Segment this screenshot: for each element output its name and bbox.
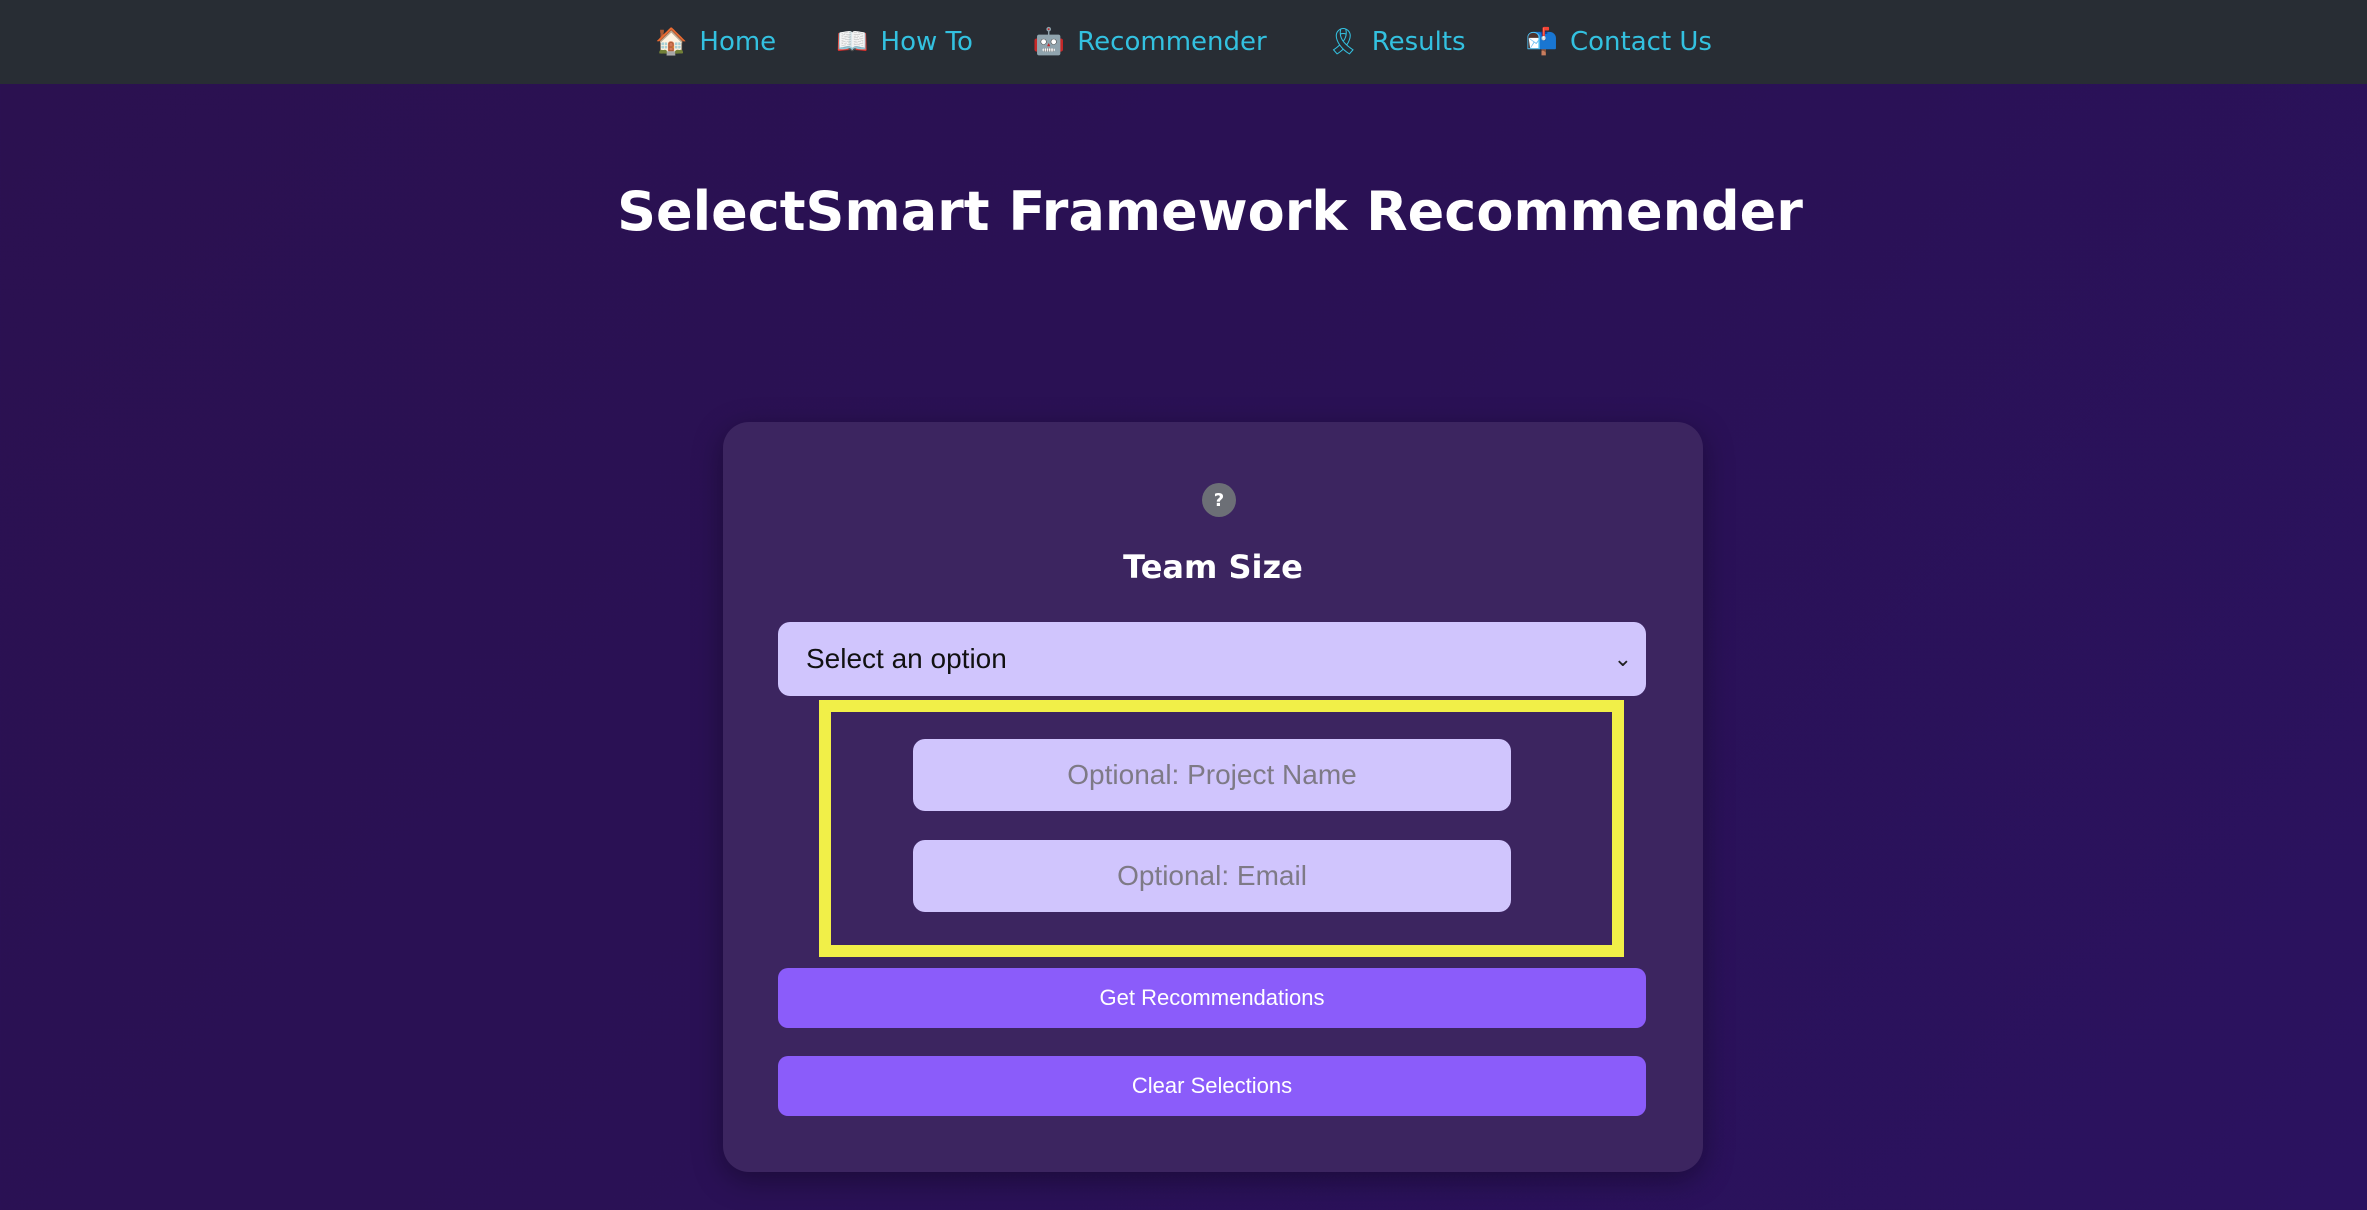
- nav-results-label: Results: [1371, 27, 1466, 57]
- nav-results[interactable]: 🎗 Results: [1327, 27, 1466, 57]
- team-size-select[interactable]: Select an option ⌄: [778, 622, 1646, 696]
- nav-how-to[interactable]: 📖 How To: [836, 27, 973, 57]
- top-navbar: 🏠 Home 📖 How To 🤖 Recommender 🎗 Results …: [0, 0, 2367, 84]
- nav-recommender[interactable]: 🤖 Recommender: [1033, 27, 1267, 57]
- chevron-down-icon: ⌄: [1613, 646, 1632, 671]
- house-icon: 🏠: [655, 27, 688, 57]
- clear-selections-button[interactable]: Clear Selections: [778, 1056, 1646, 1116]
- project-name-input[interactable]: [913, 739, 1511, 811]
- nav-contact-us[interactable]: 📬 Contact Us: [1526, 27, 1712, 57]
- get-recommendations-button[interactable]: Get Recommendations: [778, 968, 1646, 1028]
- team-size-label: Team Size: [1123, 548, 1303, 586]
- robot-icon: 🤖: [1032, 27, 1066, 57]
- email-input[interactable]: [913, 840, 1511, 912]
- nav-contact-us-label: Contact Us: [1569, 27, 1712, 57]
- nav-home[interactable]: 🏠 Home: [655, 27, 776, 57]
- team-size-select-value: Select an option: [806, 643, 1007, 674]
- nav-how-to-label: How To: [880, 27, 973, 57]
- help-icon[interactable]: ?: [1202, 483, 1236, 517]
- book-icon: 📖: [836, 27, 869, 57]
- nav-recommender-label: Recommender: [1077, 27, 1267, 57]
- page-title: SelectSmart Framework Recommender: [617, 180, 1803, 243]
- mailbox-icon: 📬: [1525, 27, 1558, 57]
- ribbon-icon: 🎗: [1326, 27, 1360, 57]
- nav-home-label: Home: [699, 27, 777, 57]
